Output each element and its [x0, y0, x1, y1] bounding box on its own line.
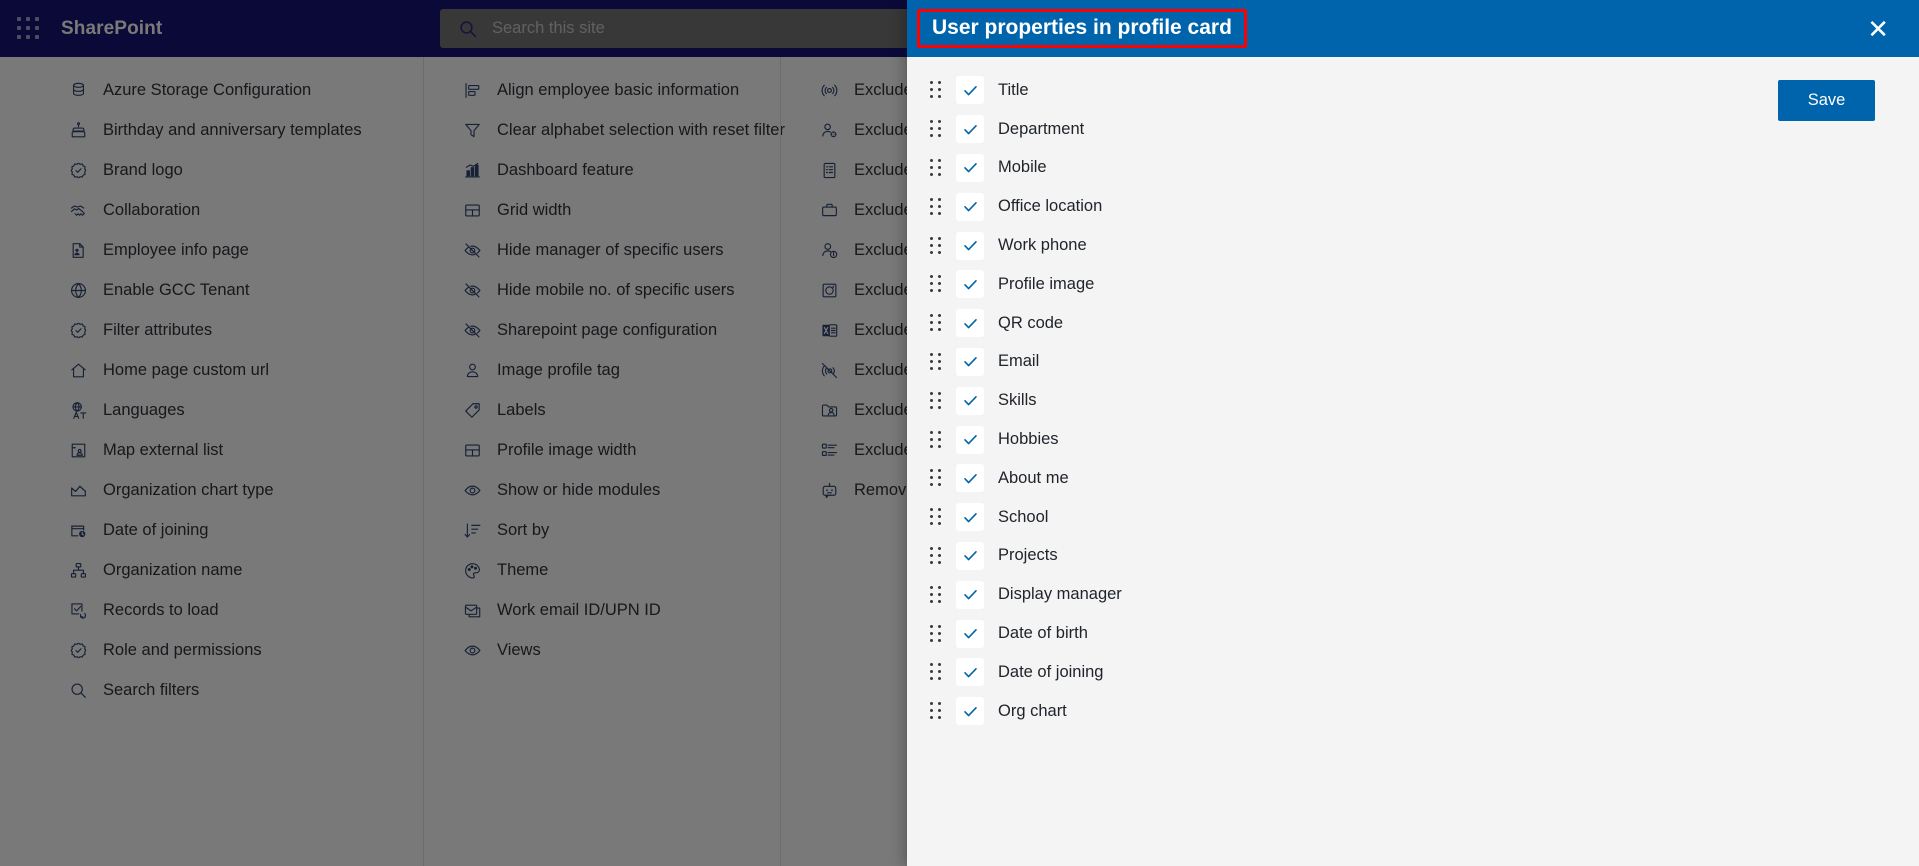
drag-handle-icon[interactable]: [928, 157, 944, 179]
list-item[interactable]: Profile image: [921, 265, 1919, 304]
check-icon: [963, 512, 977, 523]
drag-handle-icon[interactable]: [928, 429, 944, 451]
list-item[interactable]: Department: [921, 110, 1919, 149]
checkbox[interactable]: [956, 270, 984, 299]
drag-handle-icon[interactable]: [928, 506, 944, 528]
check-icon: [963, 551, 977, 561]
checkbox[interactable]: [956, 541, 984, 570]
check-icon: [963, 629, 977, 639]
list-item-label: About me: [998, 468, 1069, 487]
list-item-label: Date of birth: [998, 624, 1088, 643]
list-item-label: Office location: [998, 197, 1103, 216]
check-icon: [963, 202, 977, 212]
check-icon: [963, 357, 977, 367]
list-item[interactable]: Email: [921, 343, 1919, 382]
list-item-label: Date of joining: [998, 662, 1104, 681]
checkbox[interactable]: [956, 425, 984, 454]
list-item-label: Display manager: [998, 585, 1122, 604]
drag-handle-icon[interactable]: [928, 584, 944, 606]
checkbox[interactable]: [956, 309, 984, 338]
page-title: User properties in profile card: [932, 16, 1232, 39]
list-item-label: Title: [998, 80, 1029, 99]
check-icon: [963, 473, 977, 484]
list-item[interactable]: QR code: [921, 304, 1919, 343]
list-item-label: School: [998, 507, 1049, 526]
user-properties-panel: User properties in profile card ✕ Save T…: [907, 0, 1919, 866]
drag-handle-icon[interactable]: [928, 700, 944, 722]
drag-handle-icon[interactable]: [928, 467, 944, 489]
list-item[interactable]: Date of joining: [921, 653, 1919, 692]
check-icon: [963, 241, 977, 251]
drag-handle-icon[interactable]: [928, 196, 944, 218]
screen: General Azure Storage ConfigurationBirth…: [0, 0, 1919, 866]
check-icon: [963, 706, 977, 717]
check-icon: [963, 590, 977, 600]
list-item-label: QR code: [998, 313, 1064, 332]
checkbox[interactable]: [956, 192, 984, 221]
list-item-label: Department: [998, 119, 1085, 138]
list-item[interactable]: Org chart: [921, 692, 1919, 731]
checkbox[interactable]: [956, 619, 984, 648]
list-item-label: Email: [998, 352, 1040, 371]
drag-handle-icon[interactable]: [928, 235, 944, 257]
drag-handle-icon[interactable]: [928, 312, 944, 334]
drag-handle-icon[interactable]: [928, 79, 944, 101]
list-item[interactable]: Skills: [921, 381, 1919, 420]
list-item[interactable]: School: [921, 498, 1919, 537]
drag-handle-icon[interactable]: [928, 351, 944, 373]
drag-handle-icon[interactable]: [928, 390, 944, 412]
check-icon: [963, 318, 977, 329]
user-properties-list: Title Department Mobile Office location Work…: [907, 57, 1919, 731]
checkbox[interactable]: [956, 658, 984, 687]
checkbox[interactable]: [956, 347, 984, 376]
close-icon[interactable]: ✕: [1859, 12, 1897, 46]
list-item[interactable]: Date of birth: [921, 614, 1919, 653]
list-item-label: Work phone: [998, 236, 1087, 255]
check-icon: [963, 85, 977, 96]
checkbox[interactable]: [956, 697, 984, 726]
check-icon: [963, 163, 977, 173]
drag-handle-icon[interactable]: [928, 118, 944, 140]
check-icon: [963, 279, 977, 290]
checkbox[interactable]: [956, 231, 984, 260]
checkbox[interactable]: [956, 386, 984, 415]
list-item[interactable]: Display manager: [921, 575, 1919, 614]
drag-handle-icon[interactable]: [928, 623, 944, 645]
panel-body: Save Title Department Mobile Office locatio…: [907, 57, 1919, 866]
list-item[interactable]: Work phone: [921, 226, 1919, 265]
list-item[interactable]: Mobile: [921, 149, 1919, 188]
checkbox[interactable]: [956, 153, 984, 182]
list-item-label: Org chart: [998, 701, 1067, 720]
list-item[interactable]: Projects: [921, 537, 1919, 576]
drag-handle-icon[interactable]: [928, 273, 944, 295]
drag-handle-icon[interactable]: [928, 661, 944, 683]
panel-title-highlight: User properties in profile card: [917, 9, 1247, 48]
checkbox[interactable]: [956, 115, 984, 144]
check-icon: [963, 435, 977, 445]
panel-header: User properties in profile card ✕: [907, 0, 1919, 57]
list-item-label: Skills: [998, 391, 1037, 410]
save-button[interactable]: Save: [1778, 80, 1875, 121]
list-item[interactable]: About me: [921, 459, 1919, 498]
checkbox[interactable]: [956, 76, 984, 105]
check-icon: [963, 124, 977, 135]
list-item[interactable]: Title: [921, 71, 1919, 110]
check-icon: [963, 396, 977, 406]
list-item-label: Mobile: [998, 158, 1047, 177]
check-icon: [963, 667, 977, 678]
drag-handle-icon[interactable]: [928, 545, 944, 567]
checkbox[interactable]: [956, 503, 984, 532]
list-item-label: Hobbies: [998, 430, 1059, 449]
list-item-label: Projects: [998, 546, 1058, 565]
list-item-label: Profile image: [998, 274, 1095, 293]
checkbox[interactable]: [956, 580, 984, 609]
list-item[interactable]: Office location: [921, 187, 1919, 226]
list-item[interactable]: Hobbies: [921, 420, 1919, 459]
checkbox[interactable]: [956, 464, 984, 493]
